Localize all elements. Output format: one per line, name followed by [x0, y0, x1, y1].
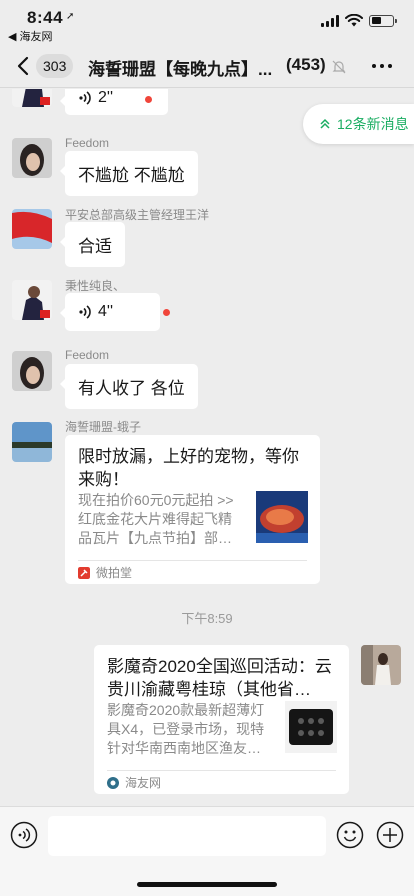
card-title: 限时放漏，上好的宠物，等你来购！	[78, 447, 299, 489]
unread-voice-dot	[145, 96, 152, 103]
sender-name: 海誓珊盟-蛾子	[65, 420, 141, 434]
voice-duration: 4''	[98, 303, 114, 320]
card-source-name: 海友网	[125, 776, 162, 790]
avatar[interactable]	[12, 138, 52, 178]
sender-name: Feedom	[65, 136, 110, 150]
sender-name: 秉性纯良、	[65, 279, 126, 293]
battery-icon	[369, 14, 397, 27]
source-hammer-icon	[78, 566, 90, 579]
wifi-icon	[345, 14, 363, 27]
source-globe-icon	[107, 776, 119, 789]
cellular-signal-icon	[321, 14, 339, 27]
voice-duration: 2''	[98, 89, 114, 106]
avatar[interactable]	[12, 89, 52, 107]
plus-more-icon[interactable]	[376, 821, 404, 849]
member-count: (453)	[286, 55, 326, 74]
card-source: 海友网	[107, 770, 336, 794]
voice-message-bubble[interactable]: 4''	[59, 293, 161, 331]
text-message-bubble[interactable]: 不尴尬 不尴尬	[60, 151, 198, 196]
emoji-icon[interactable]	[336, 821, 364, 849]
card-source-name: 微拍堂	[96, 566, 133, 580]
home-indicator[interactable]	[137, 882, 277, 887]
timestamp-divider: 下午8:59	[181, 611, 233, 626]
back-chevron-icon[interactable]	[14, 54, 34, 78]
chat-header: 303 海誓珊盟【每晚九点】... (453)	[0, 44, 414, 88]
card-description: 现在拍价60元0元起拍 >>红底金花大片难得起飞精品瓦片【九点节拍】部…	[78, 492, 234, 546]
status-icons	[321, 14, 397, 27]
voice-input-icon[interactable]	[10, 821, 38, 849]
mute-bell-icon	[332, 60, 346, 74]
avatar[interactable]	[12, 422, 52, 462]
text-message-bubble[interactable]: 有人收了 各位	[60, 364, 198, 409]
more-options-button[interactable]	[372, 64, 392, 68]
voice-message-bubble[interactable]: 2''	[59, 89, 169, 115]
voice-wave-icon	[79, 305, 91, 319]
unread-count-badge[interactable]: 303	[36, 54, 74, 78]
status-time: 8:44	[27, 8, 64, 27]
message-input[interactable]	[48, 816, 326, 856]
input-bar	[0, 806, 414, 896]
back-to-app-link[interactable]: ◀ 海友网	[8, 28, 53, 44]
avatar[interactable]	[12, 209, 52, 249]
unread-voice-dot	[163, 309, 170, 316]
status-bar: 8:44 ➚ ◀ 海友网	[0, 0, 414, 44]
link-card[interactable]: 影魔奇2020全国巡回活动：云贵川渝藏粤桂琼（其他省… 影魔奇2020款最新超薄…	[94, 645, 349, 794]
new-messages-label: 12条新消息	[337, 116, 409, 132]
double-chevron-up-icon	[320, 118, 330, 129]
new-messages-button[interactable]: 12条新消息	[303, 104, 414, 144]
message-list[interactable]: 2'' 12条新消息 Feedom 不尴尬 不尴尬 平安总部高级主管经理王洋 合…	[0, 89, 414, 806]
card-thumbnail	[256, 491, 308, 543]
card-description: 影魔奇2020款最新超薄灯具X4，已登录市场，现特针对华南西南地区渔友…	[107, 702, 265, 756]
text-message-bubble[interactable]: 合适	[60, 222, 125, 267]
card-title: 影魔奇2020全国巡回活动：云贵川渝藏粤桂琼（其他省…	[107, 657, 332, 699]
sender-name: 平安总部高级主管经理王洋	[65, 208, 210, 222]
avatar[interactable]	[12, 351, 52, 391]
sender-name: Feedom	[65, 348, 110, 362]
location-arrow-icon: ➚	[66, 11, 75, 22]
voice-wave-icon	[79, 91, 91, 105]
card-thumbnail	[285, 701, 337, 753]
link-card[interactable]: 限时放漏，上好的宠物，等你来购！ 现在拍价60元0元起拍 >>红底金花大片难得起…	[65, 435, 320, 584]
avatar[interactable]	[12, 280, 52, 320]
my-avatar[interactable]	[361, 645, 401, 685]
card-source: 微拍堂	[78, 560, 307, 584]
